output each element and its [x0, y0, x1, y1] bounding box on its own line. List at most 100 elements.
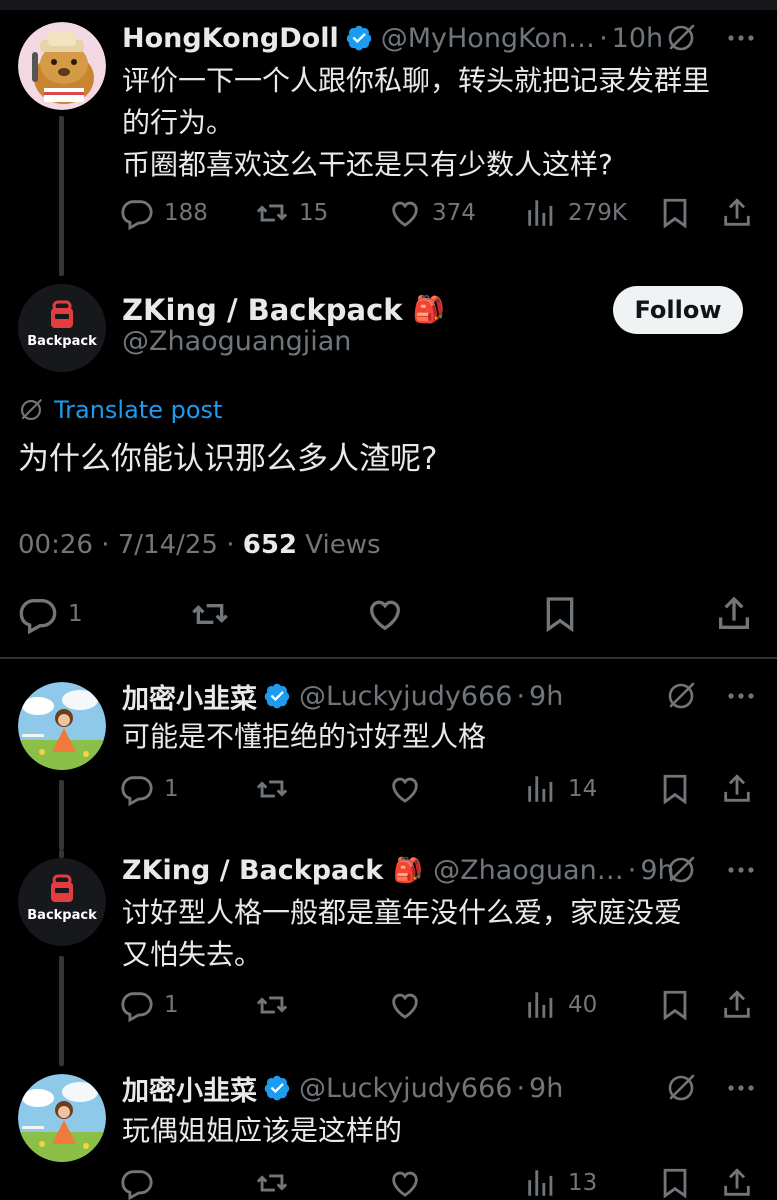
translate-post-link[interactable]: Translate post	[18, 396, 222, 424]
handle[interactable]: @Luckyjudy666	[299, 681, 512, 712]
handle[interactable]: @Zhaoguangjian	[122, 326, 351, 357]
display-name[interactable]: ZKing / Backpack	[122, 293, 403, 327]
bookmark-button[interactable]	[658, 988, 692, 1022]
reply-button[interactable]: 1	[120, 772, 179, 806]
grok-icon	[21, 399, 42, 420]
main-timestamp[interactable]: 00:26 · 7/14/25 ·	[18, 530, 243, 560]
reply-tweet[interactable]: 加密小韭菜 @Luckyjudy666 · 9h 玩偶姐姐应该是这样的 13	[0, 1060, 777, 1200]
bookmark-icon	[663, 1168, 687, 1199]
section-divider	[0, 657, 777, 659]
display-name[interactable]: 加密小韭菜	[122, 1069, 257, 1108]
repost-button[interactable]	[190, 594, 230, 634]
follow-button[interactable]: Follow	[613, 286, 743, 334]
reply-icon	[121, 992, 153, 1022]
share-button[interactable]	[714, 594, 754, 634]
tweet-actions: 13	[120, 1166, 757, 1200]
views-icon	[528, 1170, 553, 1196]
bookmark-icon	[663, 774, 687, 805]
tweet-text: 讨好型人格一般都是童年没什么爱，家庭没爱 又怕失去。	[122, 892, 757, 976]
like-button[interactable]	[388, 772, 422, 806]
grok-icon[interactable]	[665, 680, 697, 712]
tweet-header: 加密小韭菜 @Luckyjudy666 · 9h	[122, 1068, 757, 1108]
like-button[interactable]	[388, 988, 422, 1022]
bookmark-icon	[663, 990, 687, 1021]
avatar-luckyjudy[interactable]	[18, 1074, 106, 1162]
share-icon	[724, 990, 750, 1018]
verified-badge-icon	[264, 683, 290, 709]
reply-tweet[interactable]: 加密小韭菜 @Luckyjudy666 · 9h 可能是不懂拒绝的讨好型人格 1…	[0, 660, 777, 850]
backpack-logo-text: Backpack	[27, 334, 97, 349]
views-button[interactable]: 40	[524, 988, 597, 1022]
handle[interactable]: @Luckyjudy666	[299, 1073, 512, 1104]
avatar-backpack[interactable]: Backpack	[18, 284, 106, 372]
timestamp[interactable]: 9h	[529, 1073, 563, 1104]
views-button[interactable]: 14	[524, 772, 597, 806]
like-icon	[369, 600, 401, 631]
bookmark-icon	[546, 597, 574, 633]
repost-icon	[256, 1174, 288, 1192]
views-icon	[528, 992, 553, 1018]
reply-count: 1	[68, 601, 83, 627]
more-icon[interactable]	[725, 854, 757, 886]
translate-label[interactable]: Translate post	[54, 396, 222, 424]
share-icon	[719, 596, 749, 629]
reply-button[interactable]: 1	[120, 988, 179, 1022]
reply-count: 1	[164, 992, 179, 1018]
repost-button[interactable]	[255, 1166, 289, 1200]
repost-icon	[256, 780, 288, 798]
grok-icon[interactable]	[665, 854, 697, 886]
separator-dot: ·	[516, 680, 526, 712]
bookmark-button[interactable]	[658, 772, 692, 806]
reply-button[interactable]	[120, 1166, 154, 1200]
display-name[interactable]: 加密小韭菜	[122, 677, 257, 716]
avatar-luckyjudy[interactable]	[18, 682, 106, 770]
views-button[interactable]: 13	[524, 1166, 597, 1200]
reply-count: 1	[164, 776, 179, 802]
thread-line	[59, 850, 64, 858]
share-button[interactable]	[720, 1166, 754, 1200]
like-icon	[392, 777, 418, 803]
reply-icon	[121, 776, 153, 806]
more-icon[interactable]	[725, 1072, 757, 1104]
handle[interactable]: @Zhaoguan…	[433, 855, 624, 886]
tweet-text-line: 又怕失去。	[122, 938, 263, 971]
bookmark-button[interactable]	[658, 1166, 692, 1200]
repost-icon	[256, 996, 288, 1014]
like-icon	[392, 993, 418, 1019]
header-actions	[665, 1072, 757, 1104]
reply-tweet[interactable]: Backpack ZKing / Backpack 🎒 @Zhaoguan… ·…	[0, 850, 777, 1066]
verified-badge-icon	[264, 1075, 290, 1101]
header-actions	[665, 680, 757, 712]
separator-dot: ·	[627, 854, 637, 886]
backpack-emoji: 🎒	[412, 295, 445, 325]
like-button[interactable]	[365, 594, 405, 634]
tweet-header: 加密小韭菜 @Luckyjudy666 · 9h	[122, 676, 757, 716]
like-icon	[392, 1171, 418, 1197]
share-button[interactable]	[720, 772, 754, 806]
views-label: Views	[297, 530, 381, 560]
grok-icon[interactable]	[665, 1072, 697, 1104]
views-count: 652	[242, 530, 298, 560]
tweet-text: 玩偶姐姐应该是这样的	[122, 1114, 403, 1147]
more-icon[interactable]	[725, 680, 757, 712]
repost-button[interactable]	[255, 988, 289, 1022]
reply-icon	[121, 1170, 153, 1200]
repost-button[interactable]	[255, 772, 289, 806]
main-tweet-text: 为什么你能认识那么多人渣呢?	[18, 441, 438, 477]
main-tweet[interactable]: Backpack ZKing / Backpack 🎒 @Zhaoguangji…	[0, 0, 777, 658]
share-button[interactable]	[720, 988, 754, 1022]
like-button[interactable]	[388, 1166, 422, 1200]
main-tweet-actions: 1	[0, 594, 777, 638]
avatar-backpack[interactable]: Backpack	[18, 858, 106, 946]
reply-icon	[19, 599, 57, 634]
views-icon	[528, 776, 553, 802]
display-name[interactable]: ZKing / Backpack	[122, 855, 383, 886]
reply-button[interactable]: 1	[18, 594, 83, 634]
backpack-emoji: 🎒	[393, 856, 424, 884]
bookmark-button[interactable]	[540, 594, 580, 634]
views-count: 14	[568, 776, 598, 802]
tweet-actions: 1 14	[120, 772, 757, 812]
timestamp[interactable]: 9h	[529, 681, 563, 712]
views-count: 40	[568, 992, 598, 1018]
thread-line	[59, 956, 64, 1066]
